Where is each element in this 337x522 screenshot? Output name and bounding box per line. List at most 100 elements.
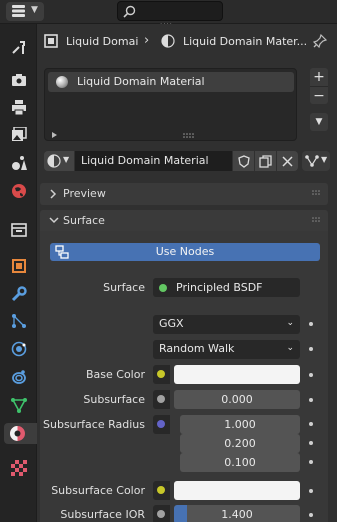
close-icon: [282, 155, 293, 167]
socket-link-dot[interactable]: [309, 398, 313, 402]
tab-particles[interactable]: [8, 310, 29, 331]
wrench-screwdriver-icon: [11, 40, 25, 54]
socket-link-dot[interactable]: [309, 489, 313, 493]
chevron-down-icon: ▼: [63, 155, 70, 164]
unlink-material-button[interactable]: [277, 151, 298, 171]
node-link-menu-button[interactable]: ▼: [302, 151, 330, 171]
add-slot-button[interactable]: +: [310, 68, 328, 86]
list-filter-toggle-icon[interactable]: [52, 132, 57, 138]
preview-panel-header[interactable]: Preview: [40, 183, 328, 205]
subsurface-color-label: Subsurface Color: [51, 484, 145, 497]
breadcrumb: Liquid Domai › Liquid Domain Mater...: [37, 24, 337, 58]
socket-link-dot[interactable]: [309, 441, 313, 445]
browse-material-button[interactable]: ▼: [44, 151, 74, 171]
remove-slot-button[interactable]: −: [310, 86, 328, 104]
material-preview-icon: [56, 76, 68, 88]
tab-material[interactable]: [4, 423, 37, 444]
tab-object[interactable]: [8, 255, 29, 276]
material-sphere-icon: [10, 426, 25, 441]
breadcrumb-material: Liquid Domain Mater...: [183, 35, 308, 48]
socket-link-dot[interactable]: [309, 373, 313, 377]
socket-link-dot[interactable]: [309, 422, 313, 426]
subsurface-field[interactable]: 0.000: [174, 390, 300, 409]
image-stack-icon: [11, 127, 27, 141]
preview-panel-title: Preview: [63, 187, 106, 200]
subsurface-color-swatch[interactable]: [174, 481, 300, 500]
base-color-swatch[interactable]: [174, 365, 300, 384]
plus-icon: +: [313, 69, 325, 85]
object-orange-square-icon: [11, 258, 26, 273]
subsurface-method-dropdown[interactable]: Random Walk ⌄: [153, 340, 300, 359]
socket-link-dot[interactable]: [309, 460, 313, 464]
checker-texture-icon: [10, 459, 27, 476]
tab-modifiers[interactable]: [8, 283, 29, 304]
float-socket-icon: [157, 510, 165, 518]
pin-icon[interactable]: [313, 34, 327, 48]
subsurface-radius-z-field[interactable]: 0.100: [180, 453, 300, 472]
subsurface-socket-button[interactable]: [153, 390, 170, 409]
chevron-down-icon: ▼: [315, 117, 323, 127]
subsurface-ior-field[interactable]: 1.400: [174, 505, 300, 522]
material-icon: [161, 34, 175, 48]
distribution-dropdown[interactable]: GGX ⌄: [153, 315, 300, 334]
breadcrumb-separator-icon: ›: [144, 33, 150, 48]
material-slot-item[interactable]: Liquid Domain Material: [48, 72, 294, 92]
slot-specials-button[interactable]: ▼: [310, 113, 328, 131]
socket-link-dot[interactable]: [309, 513, 313, 517]
tab-object-data[interactable]: [8, 394, 29, 415]
duplicate-icon: [259, 154, 272, 168]
object-icon: [44, 34, 58, 48]
collection-box-icon: [10, 222, 27, 237]
breadcrumb-object: Liquid Domai: [66, 35, 139, 48]
panel-drag-icon[interactable]: [312, 217, 322, 225]
editor-type-button[interactable]: ▼: [6, 2, 44, 21]
color-socket-icon: [157, 486, 165, 494]
material-slot-list[interactable]: Liquid Domain Material: [44, 68, 297, 141]
subsurface-radius-y-field[interactable]: 0.200: [180, 434, 300, 453]
physics-orbit-icon: [11, 341, 26, 356]
base-color-socket-button[interactable]: [153, 365, 170, 384]
surface-label: Surface: [103, 281, 145, 294]
surface-panel-title: Surface: [63, 214, 105, 227]
particles-icon: [11, 313, 26, 328]
panel-drag-icon[interactable]: [312, 190, 322, 198]
tab-view-layer[interactable]: [8, 124, 29, 145]
base-color-label: Base Color: [85, 368, 145, 381]
tab-collection[interactable]: [8, 219, 29, 240]
camera-back-icon: [11, 73, 26, 86]
properties-tabs: [0, 24, 37, 522]
subsurface-radius-x-field[interactable]: 1.000: [180, 415, 300, 434]
material-sphere-icon: [47, 154, 61, 168]
chevron-down-icon: ▼: [31, 5, 38, 15]
tab-texture[interactable]: [8, 457, 29, 478]
socket-link-dot[interactable]: [309, 347, 313, 351]
subsurface-ior-socket-button[interactable]: [153, 505, 170, 522]
duplicate-material-button[interactable]: [255, 151, 276, 171]
chevron-down-icon: ⌄: [286, 343, 294, 353]
tab-constraints[interactable]: [8, 366, 29, 387]
tab-physics[interactable]: [8, 338, 29, 359]
mesh-data-icon: [10, 397, 27, 413]
surface-shader-value: Principled BSDF: [176, 281, 263, 294]
surface-shader-field[interactable]: Principled BSDF: [153, 278, 300, 297]
surface-panel-header[interactable]: Surface: [40, 210, 328, 232]
tab-tool[interactable]: [8, 36, 29, 57]
tab-scene[interactable]: [8, 152, 29, 173]
subsurface-label: Subsurface: [83, 393, 145, 406]
socket-link-dot[interactable]: [309, 322, 313, 326]
distribution-value: GGX: [159, 317, 184, 330]
subsurface-radius-socket-button[interactable]: [153, 415, 170, 434]
subsurface-method-value: Random Walk: [159, 342, 235, 355]
subsurface-color-socket-button[interactable]: [153, 481, 170, 500]
material-slot-label: Liquid Domain Material: [77, 75, 205, 88]
tab-render[interactable]: [8, 69, 29, 90]
search-icon: [123, 5, 136, 18]
tab-world[interactable]: [8, 180, 29, 201]
fake-user-button[interactable]: [233, 151, 254, 171]
list-resize-grip-icon[interactable]: [183, 133, 195, 139]
subsurface-radius-label: Subsurface Radius: [43, 418, 145, 431]
tab-output[interactable]: [8, 97, 29, 118]
material-name-field[interactable]: Liquid Domain Material: [75, 151, 232, 171]
node-tree-icon: [305, 155, 319, 167]
use-nodes-button[interactable]: Use Nodes: [50, 243, 320, 261]
